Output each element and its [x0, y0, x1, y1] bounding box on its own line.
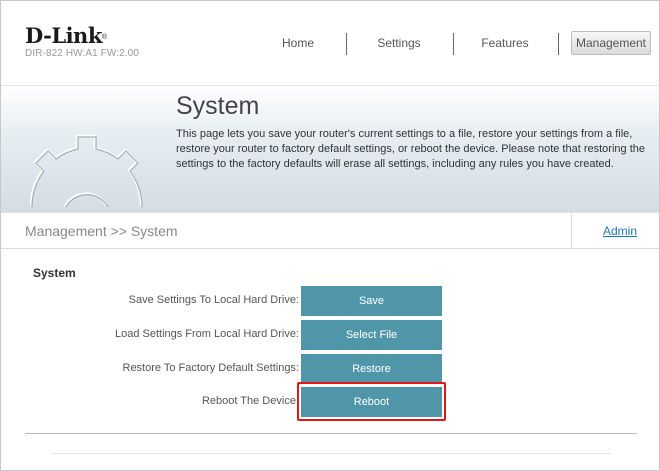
save-button[interactable]: Save	[301, 286, 442, 316]
admin-link[interactable]: Admin	[603, 224, 637, 238]
footer-divider	[51, 453, 611, 454]
load-settings-label: Load Settings From Local Hard Drive:	[114, 328, 299, 340]
restore-defaults-label: Restore To Factory Default Settings:	[122, 362, 300, 374]
section-title: System	[33, 266, 76, 280]
nav-divider	[346, 33, 347, 55]
gear-icon	[29, 134, 143, 208]
restore-defaults-row: Restore To Factory Default Settings: Res…	[1, 354, 659, 384]
save-settings-label: Save Settings To Local Hard Drive:	[128, 294, 299, 306]
reboot-highlight-box	[297, 382, 446, 421]
nav-divider	[453, 33, 454, 55]
reboot-label: Reboot The Device:	[201, 395, 299, 407]
breadcrumb-bar: Management >> System Admin	[1, 213, 659, 249]
page-banner: System This page lets you save your rout…	[1, 85, 659, 213]
header: D-Link® DIR-822 HW:A1 FW:2.00 Home Setti…	[1, 1, 659, 85]
router-admin-page: D-Link® DIR-822 HW:A1 FW:2.00 Home Setti…	[0, 0, 660, 471]
admin-tab: Admin	[571, 213, 659, 249]
restore-button[interactable]: Restore	[301, 354, 442, 384]
save-settings-row: Save Settings To Local Hard Drive: Save	[1, 286, 659, 316]
nav-settings[interactable]: Settings	[363, 31, 435, 55]
select-file-button[interactable]: Select File	[301, 320, 442, 350]
nav-home[interactable]: Home	[263, 31, 333, 55]
nav-features[interactable]: Features	[469, 31, 541, 55]
section-divider	[25, 433, 637, 434]
page-description: This page lets you save your router's cu…	[176, 128, 645, 170]
page-title: System	[176, 92, 260, 120]
nav-divider	[558, 33, 559, 55]
nav-management[interactable]: Management	[571, 31, 651, 55]
load-settings-row: Load Settings From Local Hard Drive: Sel…	[1, 320, 659, 350]
breadcrumb: Management >> System	[25, 223, 178, 239]
main-nav: Home Settings Features Management	[1, 31, 659, 55]
